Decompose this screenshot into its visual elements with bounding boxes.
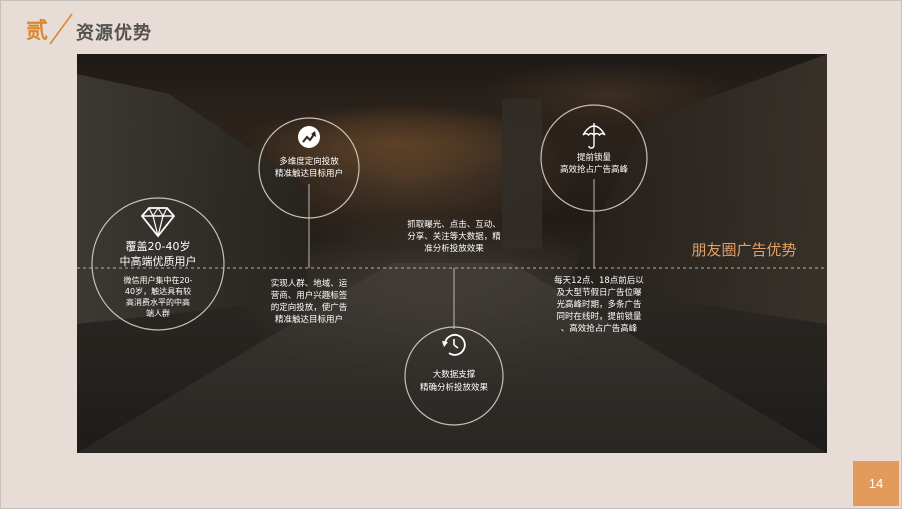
peak-desc-3: 光高峰时期，多条广告	[556, 300, 642, 310]
slide-header: 贰 资源优势	[26, 8, 152, 48]
coverage-title-2: 中高端优质用户	[119, 255, 197, 268]
section-number-char: 贰	[26, 18, 49, 44]
peak-title-1: 提前锁量	[576, 153, 611, 163]
umbrella-icon	[582, 123, 606, 149]
peak-desc-4: 同时在线时，提前锁量	[556, 312, 642, 322]
coverage-desc-2: 40岁，触达具有较	[124, 287, 192, 296]
targeting-desc-4: 精准触达目标用户	[274, 315, 343, 325]
bigdata-desc-2: 分享、关注等大数据，精	[407, 232, 501, 242]
clock-history-icon	[442, 334, 466, 356]
diamond-icon	[140, 207, 176, 238]
coverage-title-1: 覆盖20-40岁	[125, 240, 191, 253]
background-photo: 覆盖20-40岁 中高端优质用户 微信用户集中在20- 40岁，触达具有较 高消…	[77, 54, 827, 453]
page-title: 资源优势	[76, 23, 152, 44]
targeting-desc-2: 营商、用户兴趣标签	[270, 291, 348, 301]
growth-arrow-icon	[298, 126, 320, 148]
bigdata-title-2: 精确分析投放效果	[419, 383, 488, 393]
section-number: 贰	[26, 9, 73, 47]
coverage-desc-1: 微信用户集中在20-	[123, 276, 193, 285]
bigdata-title-1: 大数据支撑	[432, 370, 476, 380]
targeting-title-1: 多维度定向投放	[279, 157, 339, 167]
peak-desc-5: 、高效抢占广告高峰	[560, 324, 638, 334]
bigdata-desc-1: 抓取曝光、点击、互动、	[407, 220, 501, 230]
targeting-desc-3: 的定向投放，使广告	[270, 303, 348, 313]
targeting-title-2: 精准触达目标用户	[274, 169, 343, 179]
targeting-desc-1: 实现人群、地域、运	[270, 279, 348, 289]
page-number-badge: 14	[853, 461, 899, 506]
peak-title-2: 高效抢占广告高峰	[559, 165, 628, 175]
slash-decoration	[49, 13, 73, 45]
peak-desc-2: 及大型节假日广告位曝	[556, 288, 642, 298]
coverage-desc-4: 端人群	[146, 309, 170, 318]
bigdata-desc-3: 准分析投放效果	[424, 244, 484, 254]
highlight-title: 朋友圈广告优势	[691, 241, 797, 259]
peak-desc-1: 每天12点、18点前后以	[554, 276, 644, 286]
coverage-desc-3: 高消费水平的中高	[126, 298, 190, 307]
